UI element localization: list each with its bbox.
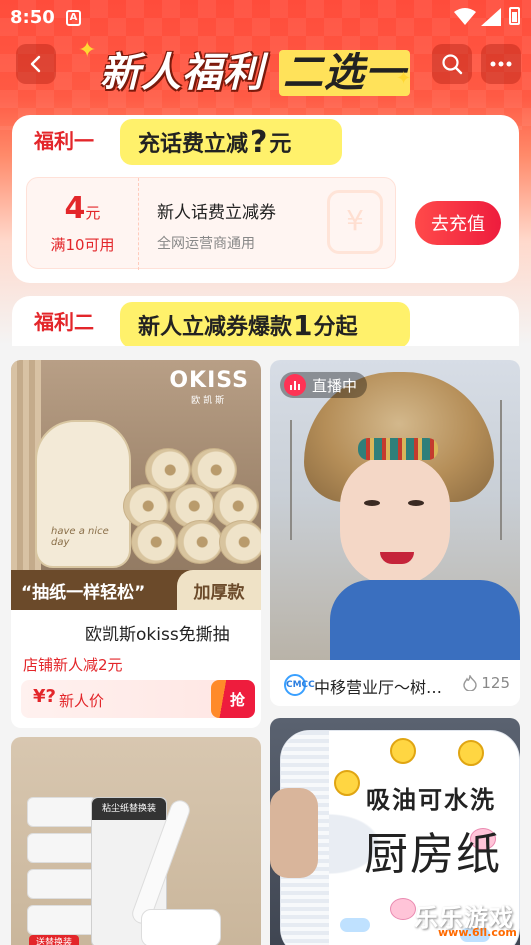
tissue-roll: [177, 520, 223, 564]
likes: 125: [463, 674, 510, 692]
tissue-bag: have a nice day: [35, 420, 131, 568]
tissue-roll: [219, 520, 261, 564]
headline-question: ?: [250, 124, 268, 160]
coupon-title: 新人话费立减券: [157, 203, 276, 223]
headline-number: 1: [293, 308, 313, 342]
refill-box: [27, 797, 97, 827]
refill-box: [27, 869, 97, 899]
roller-head: [141, 909, 221, 945]
eye: [408, 500, 424, 506]
robe: [330, 580, 520, 660]
battery-icon: [509, 7, 520, 25]
signal-icon: [481, 8, 501, 26]
price-symbol: ¥?: [33, 686, 56, 707]
headline-text: 新人立减券爆款: [138, 315, 293, 340]
price-bar[interactable]: ¥? 新人价 抢: [21, 680, 255, 718]
likes-count: 125: [481, 674, 510, 692]
page-title: ✦ 新人福利 二选一 ✦: [78, 34, 420, 96]
phone-credit-coupon[interactable]: 4元 满10可用 新人话费立减券 全网运营商通用 ¥: [26, 177, 396, 270]
tree-branch: [500, 400, 502, 540]
status-bar: 8:50 A: [0, 0, 531, 36]
recharge-button[interactable]: 去充值: [415, 201, 501, 245]
product-tag: 加厚款: [177, 570, 261, 610]
product-title: 欧凯斯okiss免撕抽: [85, 625, 230, 645]
status-time: 8:50: [10, 7, 55, 28]
coupon-value: 4元 满10可用: [27, 178, 139, 270]
headline-text: 充话费立减: [138, 132, 249, 157]
giraffe-pattern: [458, 740, 484, 766]
benefit-1-headline: 充话费立减 ? 元: [120, 119, 342, 165]
benefit-2-label: 福利二: [34, 310, 94, 334]
giraffe-pattern: [390, 738, 416, 764]
benefit-1-label: 福利一: [34, 129, 94, 153]
live-label: 直播中: [312, 376, 358, 395]
product-slogan: “抽纸一样轻松”: [21, 583, 146, 603]
price-label: 新人价: [59, 692, 105, 710]
title-highlight: 二选一: [278, 50, 410, 96]
live-stream-card[interactable]: 直播中 CMCC 中移营业厅～树… 125: [270, 360, 520, 706]
headpiece: [358, 438, 438, 460]
live-icon: [284, 374, 306, 396]
search-button[interactable]: [432, 44, 472, 84]
coupon-subtitle: 全网运营商通用: [157, 236, 255, 252]
fire-icon: [463, 675, 478, 691]
shop-row: CMCC 中移营业厅～树… 125: [284, 674, 510, 698]
streamer-face: [340, 456, 450, 586]
headline-unit: 分起: [313, 315, 358, 340]
search-icon: [442, 54, 463, 75]
eye: [364, 500, 380, 506]
tree-branch: [290, 420, 292, 540]
brand-name-cn: 欧凯斯: [191, 396, 228, 406]
hand: [270, 788, 318, 878]
giraffe-pattern: [334, 770, 360, 796]
benefit-card-1: 福利一 充话费立减 ? 元 4元 满10可用 新人话费立减券 全网运营商通用 ¥…: [12, 115, 519, 283]
product-image: 粘尘纸替换装 送替换装: [11, 737, 261, 945]
star-icon: ✦: [396, 68, 412, 89]
pig-pattern: [390, 898, 416, 920]
star-icon: ✦: [78, 38, 97, 63]
live-badge: 直播中: [280, 372, 368, 398]
wifi-icon: [454, 8, 476, 25]
product-card-lint-roller[interactable]: 粘尘纸替换装 送替换装: [11, 737, 261, 945]
product-promo: 店铺新人减2元: [23, 656, 123, 674]
package-label: 粘尘纸替换装: [92, 798, 166, 820]
product-card-okiss[interactable]: have a nice day OKISS 欧凯斯 “抽纸一样轻松” 加厚款 欧…: [11, 360, 261, 728]
tissue-roll: [131, 520, 177, 564]
coupon-amount-number: 4: [64, 191, 86, 226]
coupon-amount: 4元: [27, 192, 138, 230]
shop-logo: CMCC: [284, 674, 315, 696]
refill-box: [27, 905, 97, 935]
grab-button[interactable]: 抢: [211, 680, 255, 718]
product-image: have a nice day OKISS 欧凯斯 “抽纸一样轻松” 加厚款: [11, 360, 261, 610]
title-main: 新人福利: [100, 50, 264, 96]
more-icon: [490, 61, 512, 67]
cloud-pattern: [340, 918, 370, 932]
product-feed: have a nice day OKISS 欧凯斯 “抽纸一样轻松” 加厚款 欧…: [0, 346, 531, 945]
bag-text: have a nice day: [51, 526, 109, 548]
back-button[interactable]: [16, 44, 56, 84]
live-stream-thumbnail: 直播中: [270, 360, 520, 660]
site-watermark-url: www.6ll.com: [438, 926, 517, 939]
gift-tag: 送替换装: [29, 935, 79, 945]
coupon-condition: 满10可用: [50, 236, 115, 254]
chevron-left-icon: [30, 55, 41, 73]
shop-name: 中移营业厅～树…: [314, 678, 443, 697]
brand-logo: OKISS 欧凯斯: [169, 368, 249, 406]
benefit-2-headline: 新人立减券爆款 1 分起: [120, 302, 410, 348]
coupon-amount-unit: 元: [85, 204, 101, 222]
phone-bill-icon: ¥: [327, 190, 383, 254]
notification-icon: A: [66, 10, 81, 26]
product-name: 厨房纸: [364, 829, 502, 880]
brand-name: OKISS: [169, 368, 249, 393]
product-slogan: 吸油可水洗: [366, 786, 496, 814]
more-button[interactable]: [481, 44, 521, 84]
benefit-card-2: 福利二 新人立减券爆款 1 分起: [12, 296, 519, 348]
refill-box: [27, 833, 97, 863]
headline-unit: 元: [269, 132, 292, 157]
